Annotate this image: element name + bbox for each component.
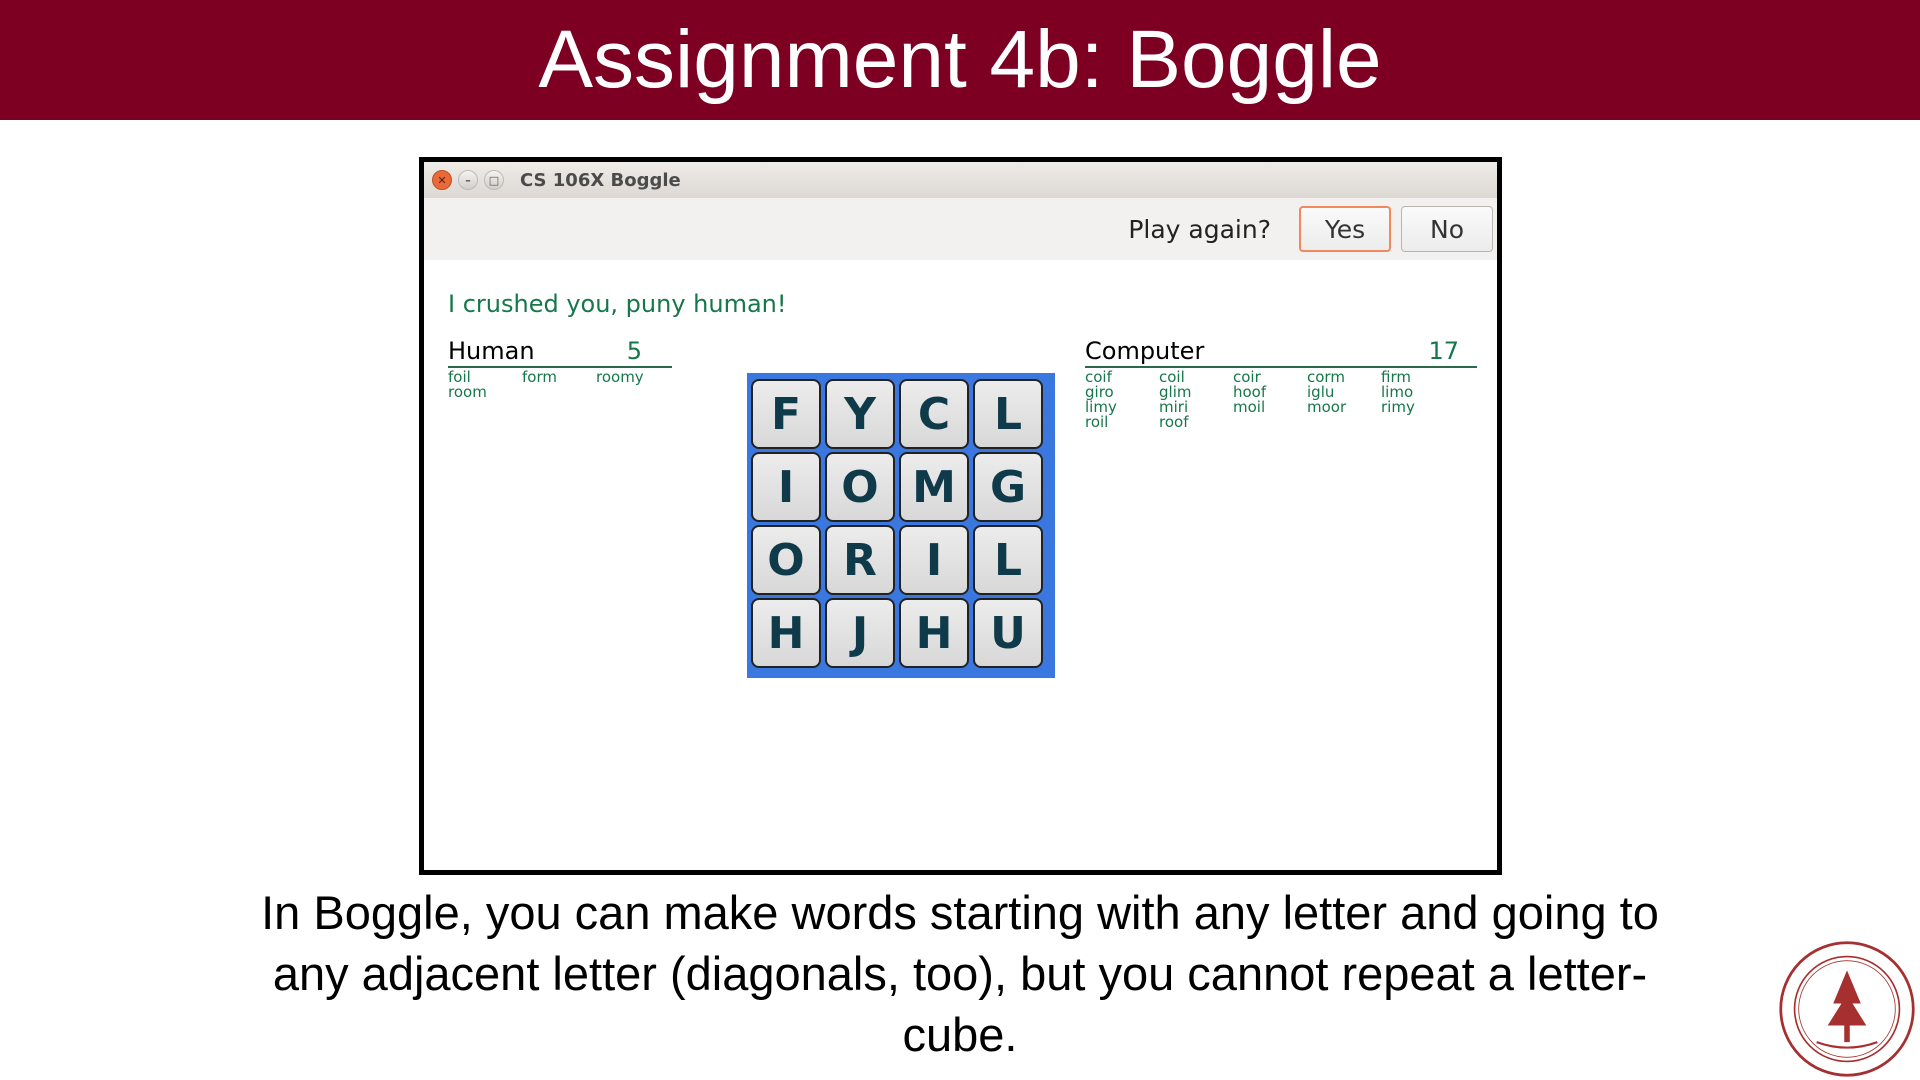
letter-cube[interactable]: F [751,379,821,449]
maximize-icon[interactable]: □ [484,170,504,190]
human-word-list: foil form roomy room [448,370,672,400]
letter-cube[interactable]: L [973,379,1043,449]
letter-cube[interactable]: L [973,525,1043,595]
close-icon[interactable]: ✕ [432,170,452,190]
word-item: rimy [1381,398,1415,416]
boggle-window: ✕ – □ CS 106X Boggle Play again? Yes No … [419,157,1502,875]
title-bar: ✕ – □ CS 106X Boggle [424,162,1497,198]
word-item: room [448,383,487,401]
slide-title: Assignment 4b: Boggle [538,14,1382,105]
computer-word-list: coif coil coir corm firm giro glim hoof iglu limo… [1085,370,1477,430]
window-title: CS 106X Boggle [520,169,681,191]
minimize-icon[interactable]: – [458,170,478,190]
letter-cube[interactable]: G [973,452,1043,522]
human-panel: Human 5 foil form roomy room [448,337,672,400]
status-message: I crushed you, puny human! [448,290,787,318]
letter-cube[interactable]: Y [825,379,895,449]
slide-caption: In Boggle, you can make words starting w… [261,886,1659,1061]
slide-header: Assignment 4b: Boggle [0,0,1920,120]
human-label: Human [448,337,535,365]
word-item: moor [1307,398,1347,416]
letter-cube[interactable]: R [825,525,895,595]
letter-cube[interactable]: H [751,598,821,668]
yes-button[interactable]: Yes [1299,206,1391,252]
computer-label: Computer [1085,337,1205,365]
no-button[interactable]: No [1401,206,1493,252]
play-again-prompt: Play again? [1128,214,1271,244]
letter-cube[interactable]: H [899,598,969,668]
word-item: roof [1159,413,1189,431]
computer-score: 17 [1428,337,1459,365]
word-item: roil [1085,413,1109,431]
human-score: 5 [626,337,642,365]
letter-cube[interactable]: O [751,525,821,595]
letter-cube[interactable]: I [751,452,821,522]
word-item: moil [1233,398,1266,416]
letter-cube[interactable]: U [973,598,1043,668]
letter-cube[interactable]: C [899,379,969,449]
letter-cube[interactable]: J [825,598,895,668]
toolbar: Play again? Yes No [424,198,1497,260]
letter-cube[interactable]: O [825,452,895,522]
word-item: roomy [596,368,644,386]
stanford-seal-logo [1779,941,1915,1077]
word-item: form [522,368,557,386]
letter-cube[interactable]: M [899,452,969,522]
letter-cube[interactable]: I [899,525,969,595]
computer-panel: Computer 17 coif coil coir corm firm giro glim h… [1085,337,1477,430]
boggle-board: FYCLIOMGORILHJHU [747,373,1055,678]
